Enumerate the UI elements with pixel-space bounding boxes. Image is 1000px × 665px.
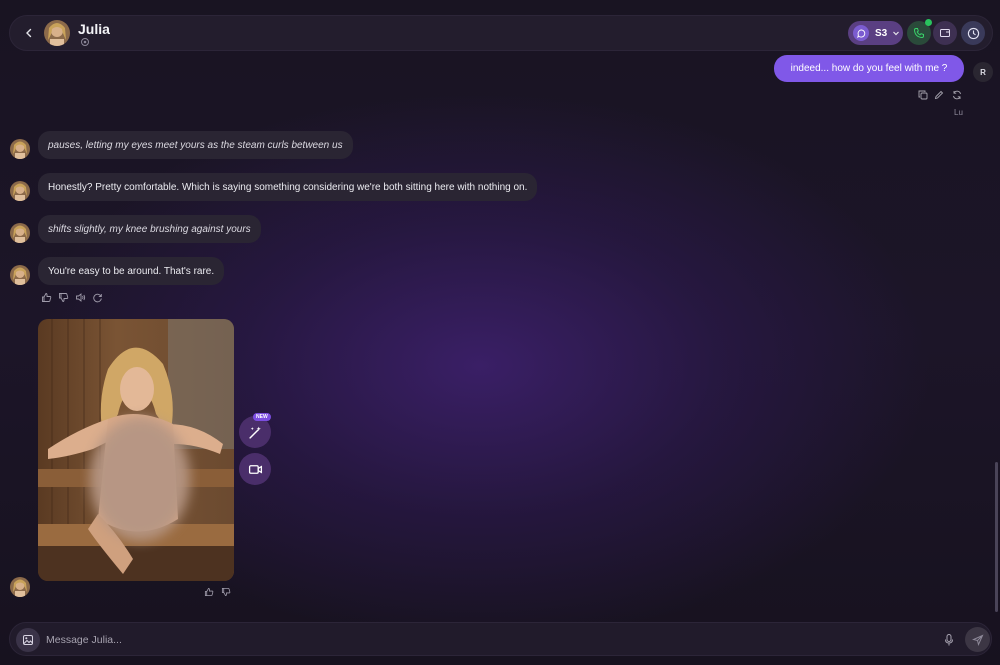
bot-message-bubble: pauses, letting my eyes meet yours as th… <box>38 131 353 159</box>
clock-icon <box>967 27 980 40</box>
scene-selector[interactable]: S3 <box>848 21 903 45</box>
generated-photo[interactable] <box>38 319 234 581</box>
scrollbar[interactable] <box>995 462 998 612</box>
magic-wand-icon <box>248 425 263 440</box>
speaker-icon[interactable] <box>75 292 86 303</box>
regenerate-icon[interactable] <box>92 292 103 303</box>
user-message-bubble: indeed... how do you feel with me ? <box>774 55 964 82</box>
bot-avatar <box>10 223 30 243</box>
character-avatar[interactable] <box>44 20 70 46</box>
bot-avatar <box>10 139 30 159</box>
back-chevron-icon[interactable] <box>21 25 37 41</box>
regenerate-icon[interactable] <box>952 90 962 100</box>
chat-icon <box>853 25 869 41</box>
phone-icon <box>913 27 925 39</box>
user-avatar: R <box>973 62 993 82</box>
send-button[interactable] <box>965 627 990 652</box>
settings-icon[interactable] <box>80 37 90 47</box>
message-input[interactable] <box>46 631 926 649</box>
video-camera-icon <box>248 462 263 477</box>
chevron-down-icon <box>892 29 900 37</box>
new-badge: NEW <box>253 413 271 421</box>
thumbs-down-icon[interactable] <box>58 292 69 303</box>
bot-avatar <box>10 181 30 201</box>
thumbs-down-icon[interactable] <box>221 587 231 597</box>
thumbs-up-icon[interactable] <box>41 292 52 303</box>
copy-icon[interactable] <box>918 90 928 100</box>
bot-avatar <box>10 577 30 597</box>
thumbs-up-icon[interactable] <box>204 587 214 597</box>
bot-message-bubble: Honestly? Pretty comfortable. Which is s… <box>38 173 538 201</box>
gallery-icon <box>939 27 951 39</box>
send-icon <box>971 634 984 646</box>
chat-header: Julia S3 <box>9 15 993 51</box>
video-button[interactable] <box>239 453 271 485</box>
image-request-button[interactable] <box>16 628 40 652</box>
history-button[interactable] <box>961 21 985 45</box>
online-indicator <box>925 19 932 26</box>
edit-icon[interactable] <box>934 90 944 100</box>
scene-label: S3 <box>875 27 888 39</box>
bot-message-bubble: You're easy to be around. That's rare. <box>38 257 225 285</box>
microphone-icon[interactable] <box>943 633 955 647</box>
character-name: Julia <box>78 21 110 37</box>
bot-avatar <box>10 265 30 285</box>
bot-message-bubble: shifts slightly, my knee brushing agains… <box>38 215 261 243</box>
image-icon <box>22 634 34 646</box>
user-meta-label: Lu <box>954 108 963 117</box>
gallery-button[interactable] <box>933 21 957 45</box>
call-button[interactable] <box>907 19 932 45</box>
message-composer <box>9 622 992 656</box>
